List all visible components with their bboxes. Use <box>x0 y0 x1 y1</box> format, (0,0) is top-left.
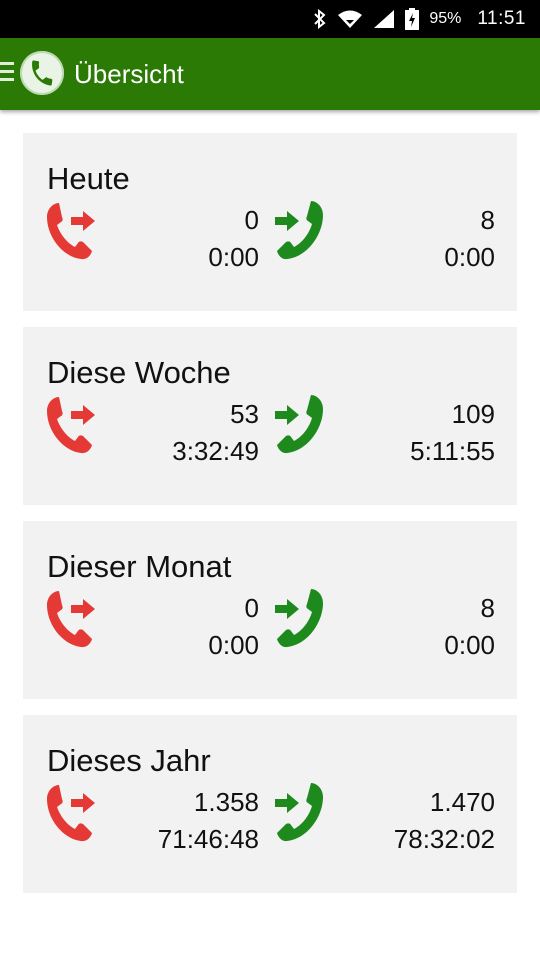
menu-icon[interactable] <box>0 62 16 86</box>
outgoing-call-count: 53 <box>230 399 259 429</box>
incoming-call-icon <box>275 201 323 260</box>
incoming-call-count: 109 <box>451 399 495 429</box>
stats-card-month: Dieser Monat 0 0:00 8 0:00 <box>23 521 517 699</box>
outgoing-call-count: 1.358 <box>193 787 259 817</box>
bluetooth-icon <box>313 9 327 29</box>
status-bar: 95% 11:51 <box>0 0 540 38</box>
outgoing-call-icon <box>47 397 95 454</box>
incoming-call-icon <box>275 395 323 454</box>
outgoing-call-duration: 3:32:49 <box>172 436 259 466</box>
card-title: Heute <box>47 161 130 196</box>
battery-charging-icon <box>405 8 420 30</box>
stats-card-year: Dieses Jahr 1.358 71:46:48 1.470 78:32:0… <box>23 715 517 893</box>
status-clock: 11:51 <box>477 8 526 29</box>
wifi-icon <box>337 9 363 29</box>
incoming-call-duration: 5:11:55 <box>410 436 495 466</box>
outgoing-call-count: 0 <box>244 205 259 235</box>
card-title: Dieses Jahr <box>47 743 211 778</box>
outgoing-call-icon <box>47 203 95 260</box>
card-title: Dieser Monat <box>47 549 232 584</box>
cell-signal-icon <box>373 9 395 29</box>
outgoing-call-icon <box>47 785 95 842</box>
outgoing-call-duration: 71:46:48 <box>157 824 259 854</box>
incoming-call-duration: 0:00 <box>444 242 495 272</box>
outgoing-call-icon <box>47 591 95 648</box>
incoming-call-icon <box>275 589 323 648</box>
outgoing-call-count: 0 <box>244 593 259 623</box>
incoming-call-duration: 0:00 <box>444 630 495 660</box>
incoming-call-icon <box>275 783 323 842</box>
app-title: Übersicht <box>74 59 184 89</box>
stats-card-week: Diese Woche 53 3:32:49 109 5:11:55 <box>23 327 517 505</box>
app-logo-phone-icon[interactable] <box>20 51 64 95</box>
app-bar: Übersicht <box>0 38 540 110</box>
incoming-call-count: 8 <box>480 593 495 623</box>
outgoing-call-duration: 0:00 <box>208 242 259 272</box>
incoming-call-duration: 78:32:02 <box>393 824 495 854</box>
card-title: Diese Woche <box>47 355 231 390</box>
stats-card-list: Heute 0 0:00 8 0:00 Diese Woche 53 3:32:… <box>23 133 517 909</box>
incoming-call-count: 1.470 <box>429 787 495 817</box>
outgoing-call-duration: 0:00 <box>208 630 259 660</box>
incoming-call-count: 8 <box>480 205 495 235</box>
stats-card-today: Heute 0 0:00 8 0:00 <box>23 133 517 311</box>
battery-percent: 95% <box>429 10 462 27</box>
